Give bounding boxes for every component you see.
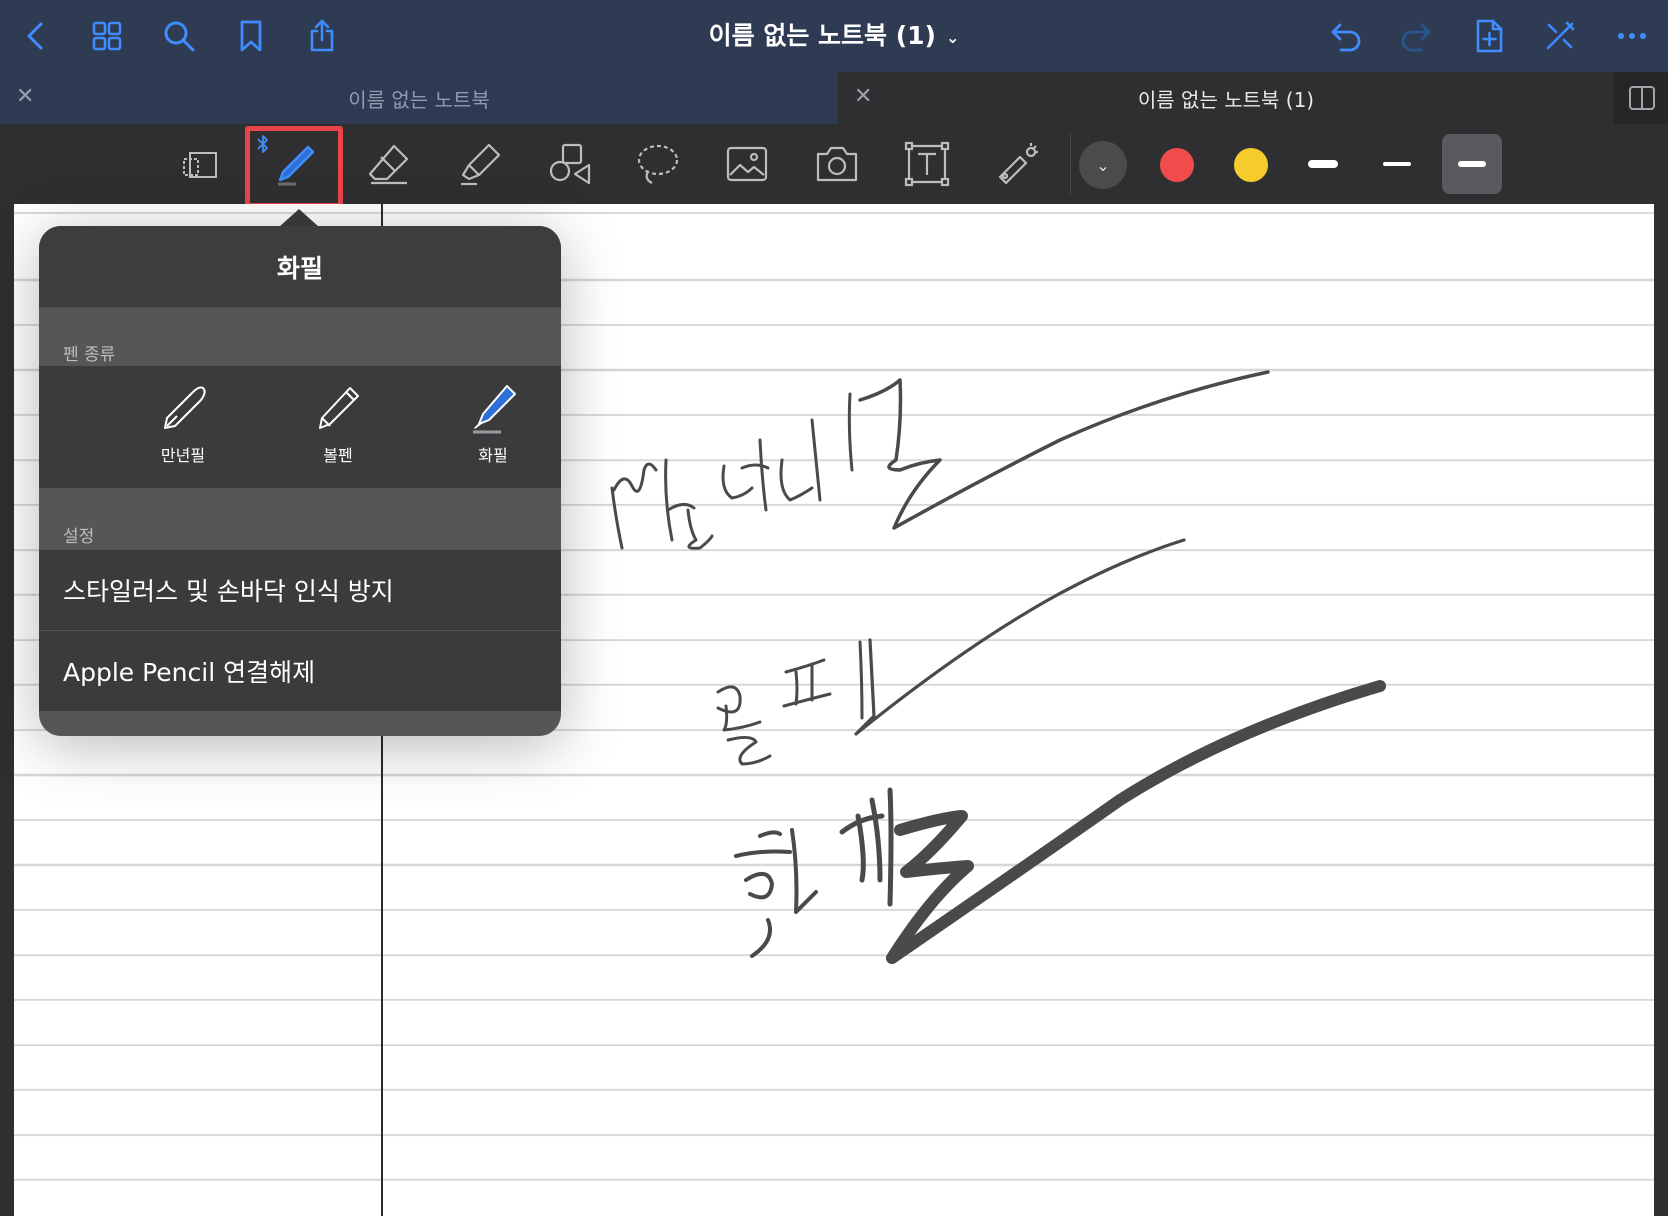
pen-type-label: 볼펜 bbox=[323, 446, 353, 465]
undo-icon[interactable] bbox=[1324, 14, 1368, 58]
search-icon[interactable] bbox=[157, 14, 201, 58]
tab-notebook-1[interactable]: ✕ 이름 없는 노트북 (1) bbox=[838, 72, 1614, 124]
share-icon[interactable] bbox=[300, 14, 344, 58]
grid-view-icon[interactable] bbox=[85, 14, 129, 58]
color-swatch-yellow[interactable] bbox=[1234, 148, 1268, 182]
add-page-icon[interactable] bbox=[1467, 14, 1511, 58]
pen-type-ballpoint[interactable]: 볼펜 bbox=[268, 366, 408, 488]
document-title-text[interactable]: 이름 없는 노트북 (1) bbox=[709, 21, 936, 50]
tab-bar: ✕ 이름 없는 노트북 ✕ 이름 없는 노트북 (1) bbox=[0, 72, 1668, 124]
pen-type-fountain-pen[interactable]: 만년필 bbox=[113, 366, 253, 488]
stroke-width-thick[interactable] bbox=[1442, 134, 1502, 194]
laser-pointer-icon[interactable] bbox=[987, 134, 1047, 194]
app-window: { "header": { "title": "이름 없는 노트북 (1)", … bbox=[0, 0, 1668, 1216]
pen-type-list: 만년필 볼펜 화필 bbox=[39, 366, 561, 488]
text-icon[interactable] bbox=[897, 134, 957, 194]
lasso-icon[interactable] bbox=[627, 134, 687, 194]
close-icon[interactable]: ✕ bbox=[854, 84, 872, 109]
shapes-icon[interactable] bbox=[540, 134, 600, 194]
eraser-icon[interactable] bbox=[360, 134, 420, 194]
ballpoint-pen-icon bbox=[319, 387, 359, 429]
edit-tools-icon[interactable] bbox=[1538, 14, 1582, 58]
toolbar-divider bbox=[1070, 133, 1071, 195]
popover-title: 화필 bbox=[39, 226, 561, 308]
pen-type-label: 화필 bbox=[478, 446, 508, 465]
tab-label: 이름 없는 노트북 bbox=[348, 87, 490, 112]
chevron-down-icon: ⌄ bbox=[1096, 155, 1110, 175]
camera-icon[interactable] bbox=[807, 134, 867, 194]
back-icon[interactable] bbox=[14, 14, 58, 58]
disconnect-pencil-setting[interactable]: Apple Pencil 연결해제 bbox=[39, 631, 561, 711]
bookmark-icon[interactable] bbox=[229, 14, 273, 58]
redo-icon[interactable] bbox=[1394, 14, 1438, 58]
brush-pen-icon bbox=[473, 385, 516, 434]
pen-icon[interactable] bbox=[265, 134, 325, 194]
pen-settings-popover: 화필 펜 종류 만년필 볼펜 화필 설정 스타일러스 및 손바닥 인식 방지 A… bbox=[39, 226, 561, 736]
bluetooth-icon bbox=[257, 135, 268, 153]
tab-label: 이름 없는 노트북 (1) bbox=[1137, 87, 1315, 112]
pen-type-brush[interactable]: 화필 bbox=[423, 366, 561, 488]
split-view-icon[interactable] bbox=[1628, 84, 1656, 112]
stroke-width-medium[interactable] bbox=[1367, 134, 1427, 194]
popover-arrow bbox=[279, 209, 319, 227]
fountain-pen-icon bbox=[164, 386, 206, 429]
top-navigation-bar: 이름 없는 노트북 (1) ⌄ bbox=[0, 0, 1668, 72]
image-icon[interactable] bbox=[717, 134, 777, 194]
more-icon[interactable] bbox=[1610, 14, 1654, 58]
pen-type-section-label: 펜 종류 bbox=[63, 345, 116, 365]
lasso-eraser-icon[interactable] bbox=[171, 134, 231, 194]
stroke-width-thin[interactable] bbox=[1293, 134, 1353, 194]
color-picker-button[interactable]: ⌄ bbox=[1079, 141, 1127, 189]
pen-type-label: 만년필 bbox=[160, 446, 206, 465]
highlighter-icon[interactable] bbox=[450, 134, 510, 194]
settings-section-label: 설정 bbox=[63, 527, 95, 547]
close-icon[interactable]: ✕ bbox=[16, 84, 34, 109]
chevron-down-icon[interactable]: ⌄ bbox=[946, 28, 959, 47]
palm-rejection-setting[interactable]: 스타일러스 및 손바닥 인식 방지 bbox=[39, 550, 561, 630]
color-swatch-red[interactable] bbox=[1160, 148, 1194, 182]
tab-notebook[interactable]: ✕ 이름 없는 노트북 bbox=[0, 72, 838, 124]
